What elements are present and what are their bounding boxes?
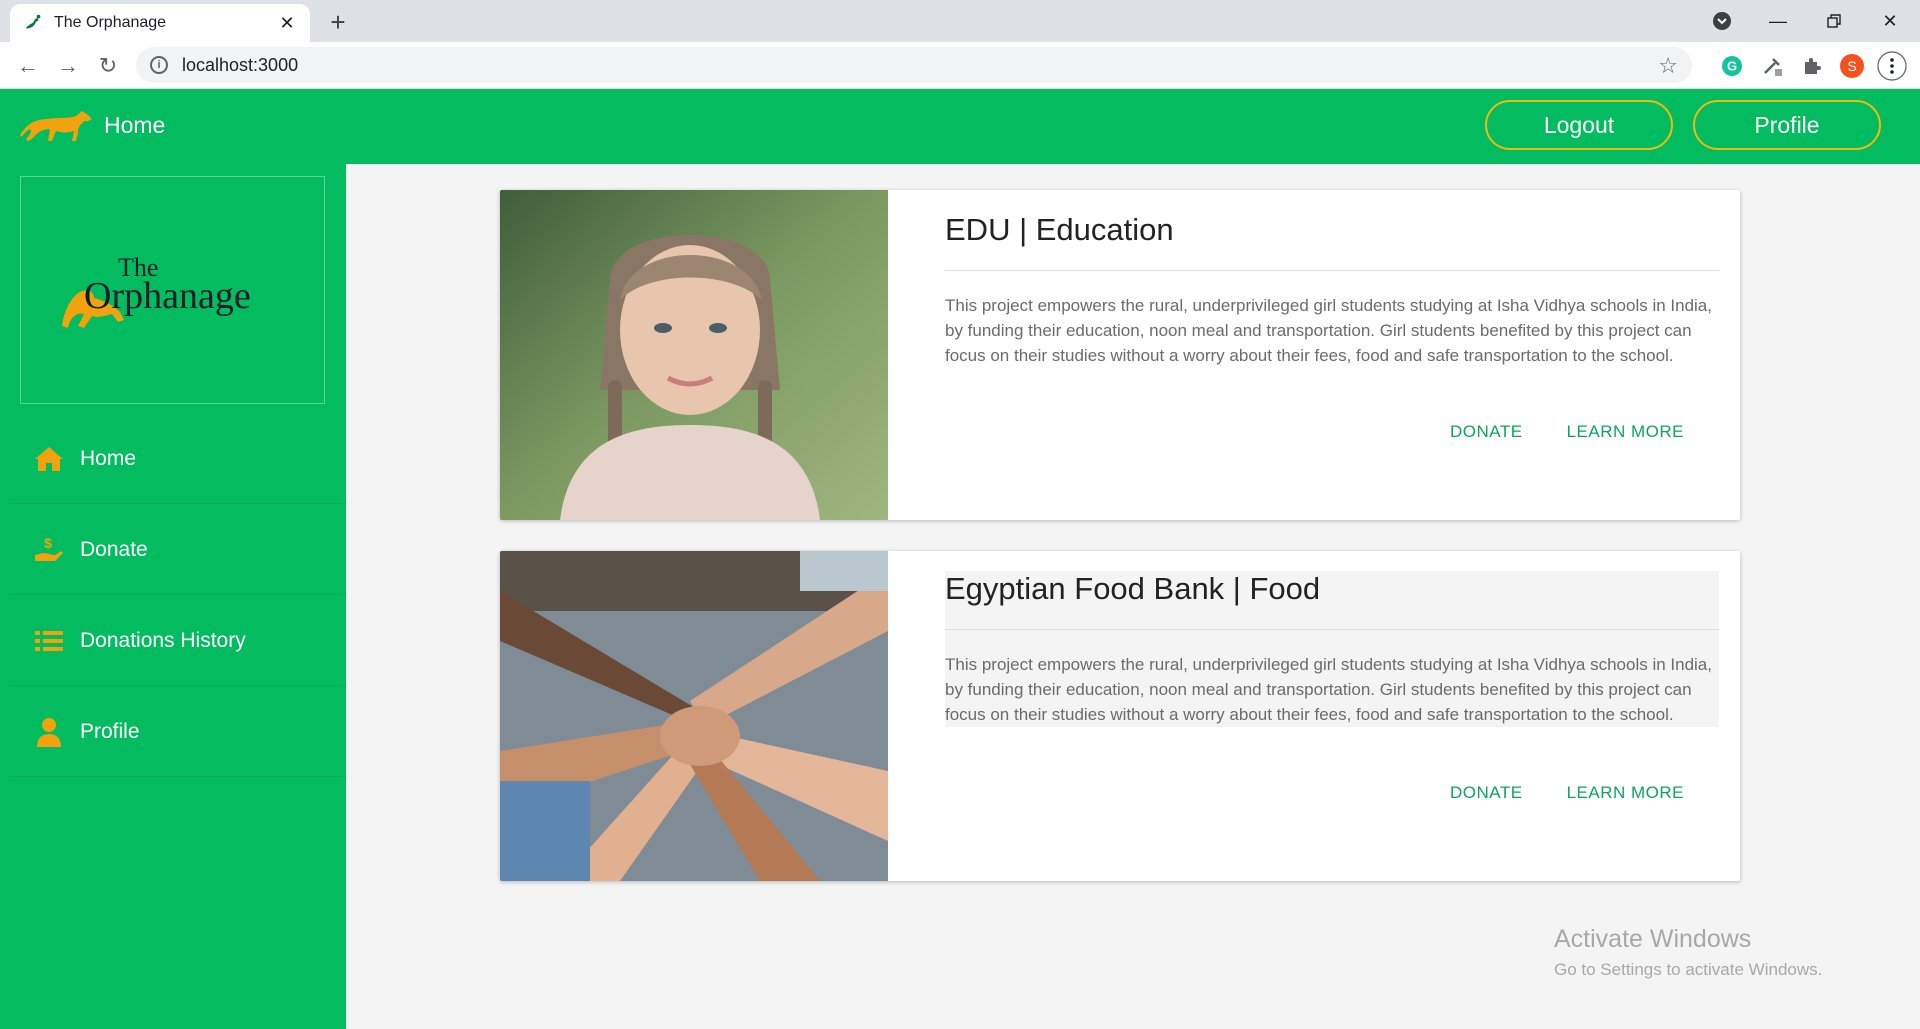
url-text: localhost:3000	[182, 54, 299, 75]
restore-icon[interactable]	[1806, 0, 1862, 42]
brand-home-link[interactable]: Home	[18, 107, 165, 143]
extensions-puzzle-icon[interactable]	[1796, 50, 1828, 82]
site-info-icon[interactable]: i	[150, 56, 168, 74]
url-field[interactable]: i localhost:3000 ☆	[136, 47, 1692, 83]
card-description: This project empowers the rural, underpr…	[945, 655, 1712, 724]
sidebar-item-profile[interactable]: Profile	[10, 687, 346, 777]
reload-icon[interactable]: ↻	[92, 50, 124, 82]
new-tab-icon[interactable]: +	[322, 6, 354, 38]
brand-home-label: Home	[104, 111, 166, 138]
app-header: Home Logout Profile	[0, 89, 1920, 164]
watermark-title: Activate Windows	[1554, 925, 1752, 953]
sidebar-item-label: Profile	[80, 719, 140, 743]
card-title: EDU | Education	[945, 212, 1719, 271]
learn-more-button[interactable]: LEARN MORE	[1567, 422, 1684, 442]
sidebar-item-donate[interactable]: $ Donate	[10, 505, 346, 595]
learn-more-button[interactable]: LEARN MORE	[1567, 783, 1684, 803]
tab-close-icon[interactable]: ✕	[276, 13, 298, 34]
card-text-block: Egyptian Food Bank | Food This project e…	[945, 571, 1719, 727]
orphanage-favicon-icon	[25, 14, 41, 29]
logout-button[interactable]: Logout	[1485, 100, 1673, 150]
card-actions: DONATE LEARN MORE	[1450, 783, 1684, 803]
project-card-education: EDU | Education This project empowers th…	[500, 190, 1740, 520]
sidebar-item-label: Donate	[80, 537, 148, 561]
address-bar: ← → ↻ i localhost:3000 ☆ G S	[0, 42, 1920, 89]
svg-text:G: G	[1727, 59, 1737, 74]
main-content: EDU | Education This project empowers th…	[346, 164, 1920, 1029]
card-title: Egyptian Food Bank | Food	[945, 571, 1719, 630]
eyedropper-extension-icon[interactable]	[1756, 50, 1788, 82]
sidebar-item-label: Home	[80, 446, 137, 470]
profile-button[interactable]: Profile	[1693, 100, 1881, 150]
bookmark-star-icon[interactable]: ☆	[1658, 53, 1678, 79]
watermark-subtitle: Go to Settings to activate Windows.	[1554, 960, 1823, 979]
sidebar-item-home[interactable]: Home	[10, 414, 346, 504]
orphanage-logo-graphic: The Orphanage	[61, 253, 251, 328]
tab-search-icon[interactable]	[1694, 0, 1750, 42]
tab-title: The Orphanage	[54, 14, 167, 31]
list-icon	[32, 624, 66, 658]
back-icon[interactable]: ←	[12, 50, 44, 82]
browser-menu-icon[interactable]	[1876, 50, 1908, 82]
profile-initial: S	[1847, 58, 1857, 74]
grammarly-icon[interactable]: G	[1716, 50, 1748, 82]
tiger-logo-icon	[20, 111, 92, 141]
minimize-icon[interactable]: —	[1750, 0, 1806, 42]
card-actions: DONATE LEARN MORE	[1450, 422, 1684, 442]
forward-icon[interactable]: →	[52, 50, 84, 82]
card-content: EDU | Education This project empowers th…	[945, 190, 1719, 368]
svg-text:$: $	[44, 535, 52, 551]
browser-tab-bar: The Orphanage ✕ + — ✕	[0, 0, 1920, 42]
girl-portrait-image	[500, 190, 888, 520]
home-icon	[32, 442, 66, 476]
close-window-icon[interactable]: ✕	[1862, 0, 1918, 42]
orphanage-logo: The Orphanage	[20, 176, 325, 404]
sidebar-item-donations-history[interactable]: Donations History	[10, 596, 346, 686]
logo-text-main: Orphanage	[84, 275, 251, 317]
stacked-hands-image	[500, 551, 888, 881]
sidebar-item-label: Donations History	[80, 628, 246, 652]
user-icon	[32, 715, 66, 749]
windows-activation-watermark: Activate Windows Go to Settings to activ…	[1554, 925, 1822, 980]
project-card-food: Egyptian Food Bank | Food This project e…	[500, 551, 1740, 881]
card-description: This project empowers the rural, underpr…	[945, 296, 1712, 365]
card-content: Egyptian Food Bank | Food This project e…	[945, 551, 1719, 727]
donate-hand-icon: $	[32, 533, 66, 567]
donate-button[interactable]: DONATE	[1450, 422, 1523, 442]
donate-button[interactable]: DONATE	[1450, 783, 1523, 803]
profile-avatar[interactable]: S	[1836, 50, 1868, 82]
browser-tab[interactable]: The Orphanage ✕	[10, 4, 310, 42]
sidebar: The Orphanage Home $ Donate Donations Hi…	[0, 164, 346, 1029]
